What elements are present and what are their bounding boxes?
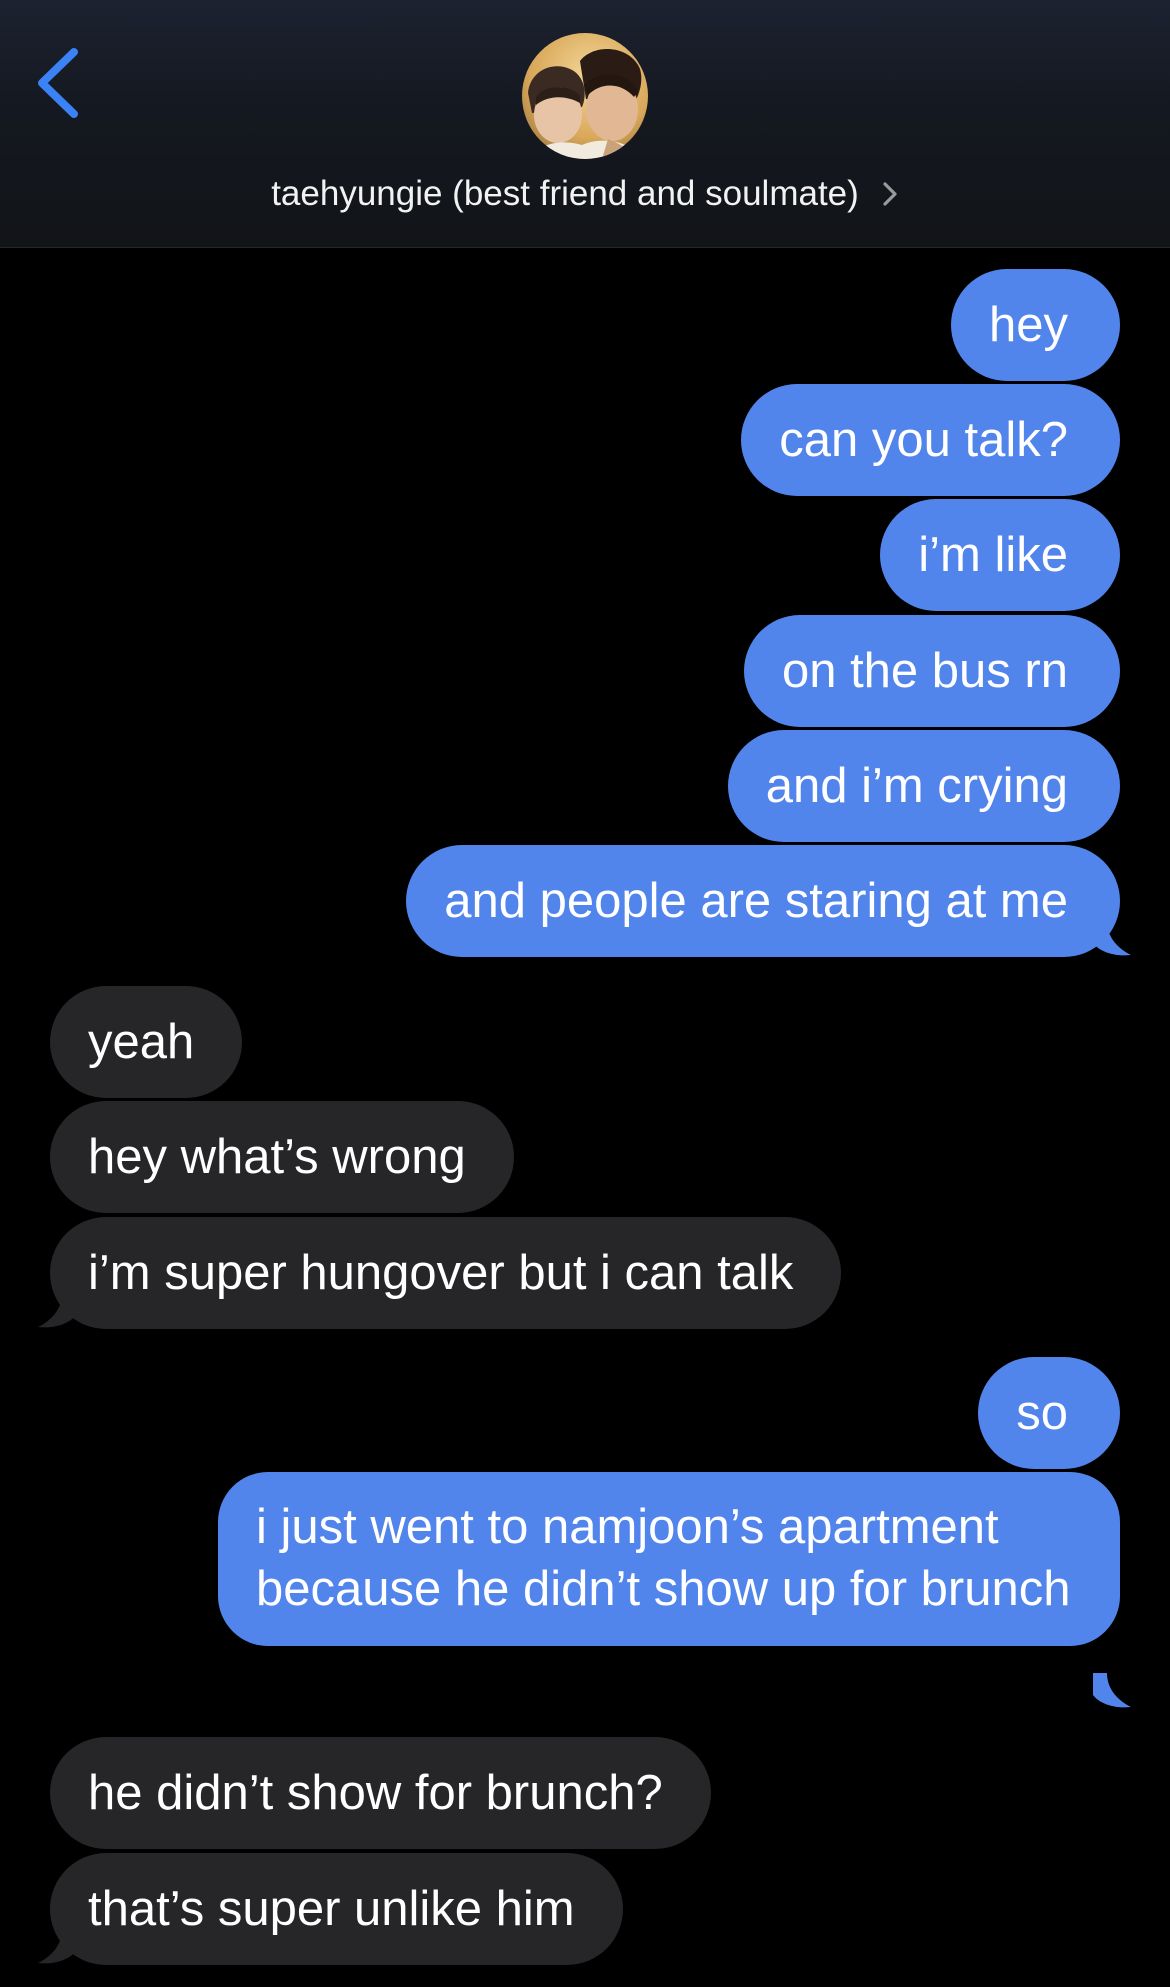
message-text: i’m super hungover but i can talk	[88, 1246, 794, 1300]
message-bubble-sent[interactable]: can you talk?	[741, 384, 1120, 496]
message-text: can you talk?	[779, 413, 1068, 467]
bubble-tail-received	[38, 1293, 76, 1328]
message-bubble-sent[interactable]: i just went to namjoon’s apartment becau…	[218, 1472, 1120, 1646]
contact-name-label: taehyungie (best friend and soulmate)	[271, 174, 859, 213]
message-bubble-received[interactable]: he didn’t show for brunch?	[50, 1737, 711, 1849]
chevron-left-icon	[38, 48, 78, 118]
bubble-tail-sent	[1093, 921, 1131, 956]
message-text: that’s super unlike him	[88, 1882, 575, 1936]
message-text: i just went to namjoon’s apartment becau…	[256, 1500, 1071, 1616]
message-bubble-sent[interactable]: and people are staring at me	[406, 845, 1120, 957]
message-text: so	[1016, 1386, 1068, 1440]
contact-avatar[interactable]	[522, 33, 648, 159]
message-bubble-received[interactable]: that’s super unlike him	[50, 1853, 623, 1965]
bubble-tail-received	[38, 1929, 76, 1964]
message-text: hey what’s wrong	[88, 1130, 466, 1184]
contact-name[interactable]: taehyungie (best friend and soulmate)	[0, 172, 1170, 220]
message-bubble-received[interactable]: yeah	[50, 986, 243, 1098]
message-text: on the bus rn	[781, 644, 1068, 698]
conversation-header: taehyungie (best friend and soulmate)	[0, 0, 1170, 248]
message-bubble-sent[interactable]: on the bus rn	[743, 615, 1120, 727]
message-text: yeah	[88, 1015, 195, 1069]
message-text: and people are staring at me	[444, 874, 1068, 928]
message-text: hey	[988, 298, 1068, 352]
message-text: he didn’t show for brunch?	[88, 1766, 663, 1820]
message-bubble-sent[interactable]: hey	[950, 269, 1120, 381]
back-button[interactable]	[30, 42, 90, 122]
message-text: i’m like	[918, 528, 1068, 582]
message-bubble-sent[interactable]: and i’m crying	[727, 730, 1120, 842]
message-bubble-sent[interactable]: i’m like	[880, 499, 1120, 611]
message-text: and i’m crying	[765, 759, 1068, 813]
message-bubble-received[interactable]: hey what’s wrong	[50, 1101, 514, 1213]
bubble-tail-sent	[1093, 1673, 1131, 1708]
message-bubble-received[interactable]: i’m super hungover but i can talk	[50, 1217, 842, 1329]
chevron-right-icon	[881, 176, 899, 220]
message-bubble-sent[interactable]: so	[978, 1357, 1120, 1469]
